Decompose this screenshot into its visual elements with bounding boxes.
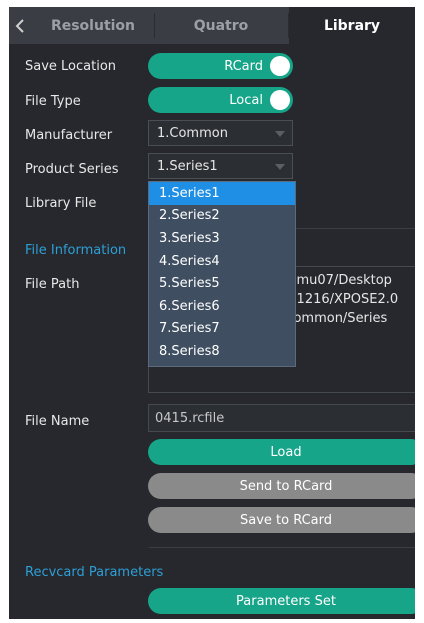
file-path-label: File Path bbox=[25, 277, 80, 292]
save-location-label: Save Location bbox=[25, 59, 117, 74]
save-location-value: RCard bbox=[224, 58, 263, 74]
manufacturer-label: Manufacturer bbox=[25, 128, 113, 143]
tab-quatro[interactable]: Quatro bbox=[155, 7, 287, 44]
product-series-label: Product Series bbox=[25, 162, 119, 177]
library-panel: Resolution Quatro Library Save Location … bbox=[9, 7, 415, 619]
manufacturer-value: 1.Common bbox=[157, 125, 228, 141]
product-series-select[interactable]: 1.Series1 bbox=[148, 153, 293, 179]
tab-bar: Resolution Quatro Library bbox=[9, 7, 415, 44]
dropdown-option[interactable]: 6.Series6 bbox=[149, 295, 295, 318]
dropdown-option[interactable]: 8.Series8 bbox=[149, 340, 295, 363]
save-to-rcard-button[interactable]: Save to RCard bbox=[148, 507, 415, 533]
product-series-value: 1.Series1 bbox=[157, 158, 218, 174]
manufacturer-select[interactable]: 1.Common bbox=[148, 120, 293, 146]
back-button[interactable] bbox=[9, 7, 31, 44]
tab-library[interactable]: Library bbox=[289, 7, 415, 44]
recvcard-parameters-title: Recvcard Parameters bbox=[25, 565, 164, 580]
save-location-toggle[interactable]: RCard bbox=[148, 53, 293, 79]
chevron-left-icon bbox=[15, 18, 24, 33]
dropdown-caret-icon bbox=[275, 131, 285, 137]
file-information-title: File Information bbox=[25, 243, 127, 258]
section-divider bbox=[149, 547, 415, 548]
file-type-value: Local bbox=[229, 92, 263, 108]
library-file-label: Library File bbox=[25, 196, 97, 211]
toggle-knob bbox=[270, 56, 290, 76]
send-to-rcard-button[interactable]: Send to RCard bbox=[148, 473, 415, 499]
tab-resolution[interactable]: Resolution bbox=[33, 7, 153, 44]
load-button[interactable]: Load bbox=[148, 439, 415, 465]
file-name-label: File Name bbox=[25, 414, 90, 429]
dropdown-option[interactable]: 4.Series4 bbox=[149, 250, 295, 273]
parameters-set-button[interactable]: Parameters Set bbox=[148, 588, 415, 614]
product-series-dropdown: 1.Series1 2.Series2 3.Series3 4.Series4 … bbox=[148, 181, 296, 367]
dropdown-caret-icon bbox=[275, 164, 285, 170]
dropdown-option[interactable]: 1.Series1 bbox=[149, 182, 295, 205]
dropdown-option[interactable]: 7.Series7 bbox=[149, 318, 295, 341]
toggle-knob bbox=[270, 90, 290, 110]
file-name-value: 0415.rcfile bbox=[155, 410, 225, 426]
file-type-label: File Type bbox=[25, 94, 81, 109]
dropdown-option[interactable]: 3.Series3 bbox=[149, 227, 295, 250]
file-name-input[interactable]: 0415.rcfile bbox=[148, 404, 415, 432]
file-type-toggle[interactable]: Local bbox=[148, 87, 293, 113]
dropdown-option[interactable]: 5.Series5 bbox=[149, 272, 295, 295]
dropdown-option[interactable]: 2.Series2 bbox=[149, 205, 295, 228]
